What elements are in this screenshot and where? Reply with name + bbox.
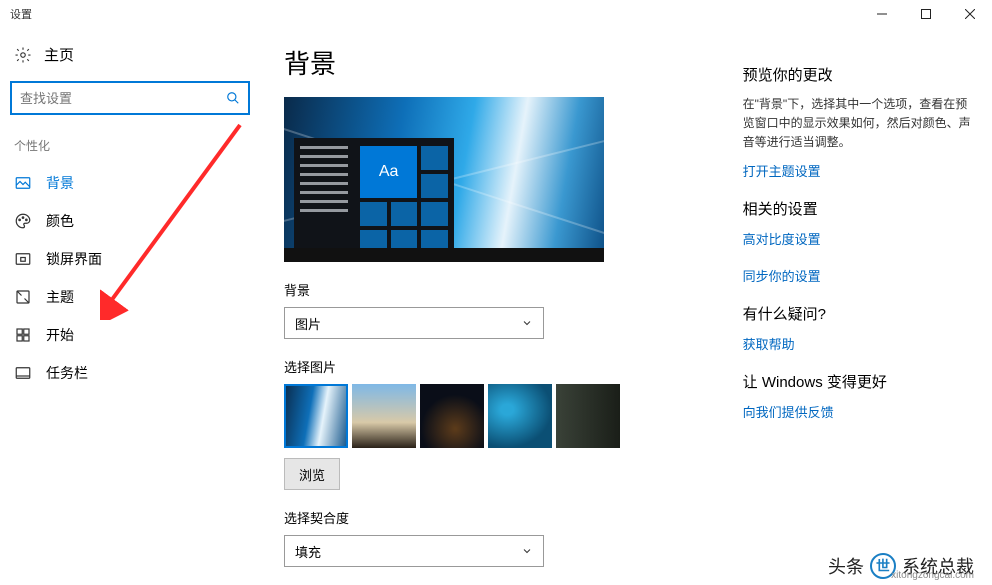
window-title: 设置 <box>10 6 32 22</box>
maximize-button[interactable] <box>904 0 948 28</box>
minimize-button[interactable] <box>860 0 904 28</box>
wallpaper-thumb-1[interactable] <box>284 384 348 448</box>
dropdown-value: 填充 <box>295 542 321 561</box>
sidebar-item-colors[interactable]: 颜色 <box>8 202 252 240</box>
gear-icon <box>14 46 32 64</box>
start-icon <box>14 326 32 344</box>
preview-startmenu: Aa <box>294 138 454 248</box>
palette-icon <box>14 212 32 230</box>
sidebar-item-background[interactable]: 背景 <box>8 164 252 202</box>
home-button[interactable]: 主页 <box>8 36 252 77</box>
sidebar-item-label: 主题 <box>46 287 74 307</box>
preview-sample-tile: Aa <box>360 146 417 198</box>
sidebar-item-themes[interactable]: 主题 <box>8 278 252 316</box>
high-contrast-link[interactable]: 高对比度设置 <box>743 229 972 248</box>
picture-thumbnails <box>284 384 743 448</box>
sidebar: 主页 个性化 背景 颜色 锁屏界面 主题 开始 <box>0 28 260 585</box>
window-controls <box>860 0 992 28</box>
preview-changes-heading: 预览你的更改 <box>743 64 972 85</box>
background-preview: Aa <box>284 97 604 262</box>
wallpaper-thumb-5[interactable] <box>556 384 620 448</box>
image-icon <box>14 174 32 192</box>
chevron-down-icon <box>521 317 533 329</box>
theme-icon <box>14 288 32 306</box>
home-label: 主页 <box>44 44 74 65</box>
sidebar-item-label: 锁屏界面 <box>46 249 102 269</box>
get-help-link[interactable]: 获取帮助 <box>743 334 972 353</box>
sidebar-item-start[interactable]: 开始 <box>8 316 252 354</box>
sidebar-item-label: 背景 <box>46 173 74 193</box>
search-box[interactable] <box>10 81 250 115</box>
related-settings-heading: 相关的设置 <box>743 198 972 219</box>
preview-changes-text: 在"背景"下，选择其中一个选项，查看在预览窗口中的显示效果如何，然后对颜色、声音… <box>743 95 972 153</box>
question-heading: 有什么疑问? <box>743 303 972 324</box>
feedback-link[interactable]: 向我们提供反馈 <box>743 402 972 421</box>
chevron-down-icon <box>521 545 533 557</box>
taskbar-icon <box>14 364 32 382</box>
wallpaper-thumb-4[interactable] <box>488 384 552 448</box>
sidebar-item-taskbar[interactable]: 任务栏 <box>8 354 252 392</box>
search-icon <box>226 91 240 105</box>
choose-picture-label: 选择图片 <box>284 357 743 376</box>
main: 背景 Aa 背景 <box>260 28 992 585</box>
section-label: 个性化 <box>8 133 252 164</box>
open-theme-settings-link[interactable]: 打开主题设置 <box>743 161 972 180</box>
fit-dropdown[interactable]: 填充 <box>284 535 544 567</box>
sidebar-item-lockscreen[interactable]: 锁屏界面 <box>8 240 252 278</box>
sidebar-item-label: 开始 <box>46 325 74 345</box>
dropdown-value: 图片 <box>295 314 321 333</box>
sidebar-item-label: 颜色 <box>46 211 74 231</box>
right-column: 预览你的更改 在"背景"下，选择其中一个选项，查看在预览窗口中的显示效果如何，然… <box>743 44 972 585</box>
wallpaper-thumb-3[interactable] <box>420 384 484 448</box>
wallpaper-thumb-2[interactable] <box>352 384 416 448</box>
make-windows-better-heading: 让 Windows 变得更好 <box>743 371 972 392</box>
fit-label: 选择契合度 <box>284 508 743 527</box>
background-type-label: 背景 <box>284 280 743 299</box>
sidebar-item-label: 任务栏 <box>46 363 88 383</box>
preview-taskbar <box>284 248 604 262</box>
titlebar: 设置 <box>0 0 992 28</box>
close-button[interactable] <box>948 0 992 28</box>
search-input[interactable] <box>20 91 226 106</box>
background-type-dropdown[interactable]: 图片 <box>284 307 544 339</box>
sync-settings-link[interactable]: 同步你的设置 <box>743 266 972 285</box>
page-title: 背景 <box>284 44 743 81</box>
lockscreen-icon <box>14 250 32 268</box>
browse-button[interactable]: 浏览 <box>284 458 340 490</box>
